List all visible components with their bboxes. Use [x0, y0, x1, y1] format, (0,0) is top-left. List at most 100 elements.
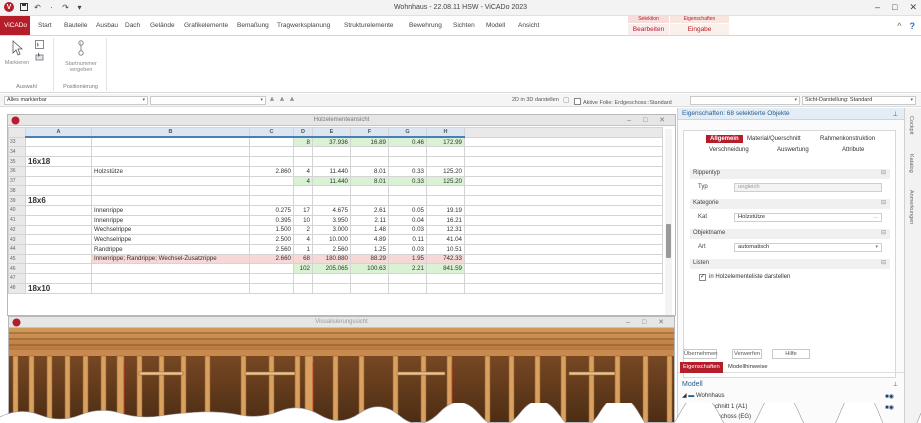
save-icon[interactable]: [19, 3, 28, 12]
app-logo-icon[interactable]: V: [4, 2, 14, 12]
tab-properties[interactable]: Eigenschaften: [680, 362, 723, 373]
table-cell[interactable]: Innenrippe: [91, 205, 250, 216]
table-cell[interactable]: [388, 146, 427, 158]
row-number[interactable]: 33: [8, 136, 26, 148]
table-cell[interactable]: 0.33: [388, 175, 427, 187]
table-cell[interactable]: 0.11: [388, 234, 427, 245]
tab-auswertung[interactable]: Auswertung: [777, 147, 809, 153]
row-number[interactable]: 44: [8, 243, 26, 255]
table-cell[interactable]: 2: [293, 224, 313, 236]
column-header[interactable]: H: [426, 127, 465, 139]
row-number[interactable]: 39: [8, 195, 26, 207]
visualization-view[interactable]: Visualisierungssicht – □ ✕: [8, 316, 675, 423]
table-cell[interactable]: [312, 282, 351, 294]
table-cell[interactable]: 205.065: [312, 263, 351, 274]
table-cell[interactable]: 4: [293, 175, 313, 187]
table-cell[interactable]: [91, 195, 250, 207]
tree-item-wohnhaus[interactable]: ◢ ▬ Wohnhaus: [682, 392, 725, 399]
filter-dropdown[interactable]: Alles markierbar ▾: [4, 96, 148, 105]
minimize-button[interactable]: –: [875, 2, 880, 13]
table-cell[interactable]: [91, 156, 250, 168]
visibility-icons[interactable]: ■◉: [885, 404, 894, 411]
tab-material-querschnitt[interactable]: Material/Querschnitt: [747, 136, 801, 142]
table-cell[interactable]: 18x10: [25, 282, 92, 294]
table-cell[interactable]: 180.880: [312, 253, 351, 265]
table-cell[interactable]: 16x18: [25, 156, 92, 168]
tab-model-hints[interactable]: Modellhinweise: [725, 362, 771, 373]
table-cell[interactable]: 125.20: [426, 166, 465, 177]
table-cell[interactable]: [91, 263, 250, 274]
help-icon[interactable]: ?: [910, 21, 916, 31]
table-cell[interactable]: 11.440: [312, 175, 351, 187]
tab-allgemein[interactable]: Allgemein: [706, 135, 743, 143]
table-cell[interactable]: [25, 234, 92, 245]
table-cell[interactable]: 18x6: [25, 195, 92, 207]
row-number[interactable]: 40: [8, 205, 26, 216]
table-cell[interactable]: 10: [293, 214, 313, 226]
tab-strukturelemente[interactable]: Strukturelemente: [340, 16, 398, 35]
table-cell[interactable]: 841.59: [426, 263, 465, 274]
tab-dach[interactable]: Dach: [121, 16, 144, 35]
table-cell[interactable]: Innenrippe: [91, 214, 250, 226]
table-cell[interactable]: Wechselrippe: [91, 234, 250, 245]
people-icon-1[interactable]: ⩓: [270, 96, 274, 104]
table-cell[interactable]: 0.46: [388, 136, 427, 148]
table-cell[interactable]: [426, 195, 465, 207]
table-cell[interactable]: [25, 214, 92, 226]
table-cell[interactable]: 4.675: [312, 205, 351, 216]
table-cell[interactable]: 1.500: [249, 224, 294, 236]
corner-cell[interactable]: [8, 127, 26, 138]
tab-eingabe[interactable]: Eingabe: [670, 24, 729, 35]
table-cell[interactable]: [293, 156, 313, 168]
tab-ausbau[interactable]: Ausbau: [92, 16, 122, 35]
table-cell[interactable]: 0.33: [388, 166, 427, 177]
table-cell[interactable]: 4: [293, 166, 313, 177]
tab-bauteile[interactable]: Bauteile: [60, 16, 92, 35]
table-cell[interactable]: 19.19: [426, 205, 465, 216]
tab-vicado[interactable]: ViCADo: [0, 16, 30, 35]
table-cell[interactable]: [293, 185, 313, 197]
table-cell[interactable]: [25, 166, 92, 177]
table-cell[interactable]: [249, 146, 294, 158]
table-cell[interactable]: [312, 146, 351, 158]
table-cell[interactable]: 1: [293, 243, 313, 255]
table-cell[interactable]: 0.03: [388, 224, 427, 236]
table-cell[interactable]: [25, 185, 92, 197]
table-cell[interactable]: [25, 243, 92, 255]
table-cell[interactable]: [249, 136, 294, 148]
tab-bemaßung[interactable]: Bemaßung: [233, 16, 273, 35]
tab-grafikelemente[interactable]: Grafikelemente: [180, 16, 232, 35]
table-cell[interactable]: [350, 272, 389, 284]
table-cell[interactable]: 2.560: [312, 243, 351, 255]
tab-sichten[interactable]: Sichten: [449, 16, 479, 35]
table-cell[interactable]: [25, 263, 92, 274]
tab-tragwerksplanung[interactable]: Tragwerksplanung: [273, 16, 334, 35]
select-window-icon[interactable]: [34, 52, 44, 63]
customize-icon[interactable]: ▾: [75, 3, 84, 12]
vertical-scrollbar[interactable]: [665, 129, 672, 315]
table-cell[interactable]: 1.25: [350, 243, 389, 255]
table-cell[interactable]: [426, 282, 465, 294]
table-cell[interactable]: 37.936: [312, 136, 351, 148]
row-number[interactable]: 42: [8, 224, 26, 236]
tab-bearbeiten[interactable]: Bearbeiten: [628, 24, 669, 35]
table-cell[interactable]: 8.01: [350, 166, 389, 177]
table-cell[interactable]: [249, 282, 294, 294]
row-number[interactable]: 46: [8, 263, 26, 274]
table-cell[interactable]: [388, 156, 427, 168]
row-number[interactable]: 48: [8, 282, 26, 294]
pin-icon[interactable]: ⊥: [893, 381, 898, 388]
column-header[interactable]: F: [350, 127, 389, 139]
table-cell[interactable]: 10.51: [426, 243, 465, 255]
table-cell[interactable]: [91, 282, 250, 294]
section-kategorie[interactable]: Kategorie ⊟: [690, 199, 890, 209]
tab-verschneidung[interactable]: Verschneidung: [709, 147, 749, 153]
apply-button[interactable]: Übernehmen: [683, 349, 718, 359]
table-cell[interactable]: 2.660: [249, 253, 294, 265]
table-cell[interactable]: [350, 282, 389, 294]
dock-tab-anmerkungen[interactable]: Anmerkungen: [908, 190, 914, 224]
table-cell[interactable]: [426, 272, 465, 284]
section-objektname[interactable]: Objektname ⊟: [690, 229, 890, 239]
table-cell[interactable]: [91, 136, 250, 148]
table-cell[interactable]: [249, 185, 294, 197]
